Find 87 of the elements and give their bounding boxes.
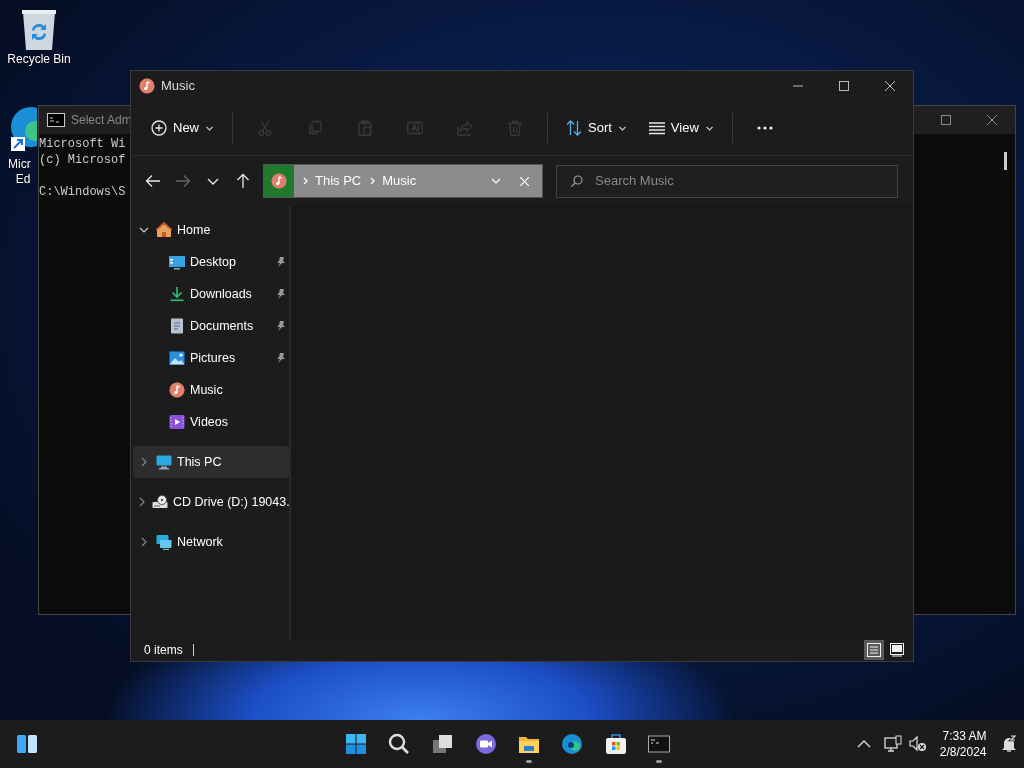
console-text: (c) Microsof	[39, 152, 127, 168]
arrow-icon	[175, 173, 191, 189]
list-view-icon	[866, 643, 881, 657]
document-icon	[169, 318, 185, 334]
clipboard-icon	[357, 120, 373, 136]
video-chat-icon	[474, 733, 497, 755]
dropdown-icon[interactable]	[490, 177, 501, 185]
copy-icon	[307, 120, 323, 136]
shopping-bag-icon	[604, 733, 627, 755]
disc-drive-icon	[152, 494, 168, 510]
nav-item-label: Downloads	[190, 285, 252, 303]
desktop-icon-label[interactable]: Recycle Bin	[7, 52, 71, 67]
arrow-icon	[235, 173, 251, 189]
console-text: C:\Windows\S	[39, 184, 127, 200]
close-icon	[885, 81, 895, 91]
arrow-icon	[145, 173, 161, 189]
nav-item-label: Desktop	[190, 253, 236, 271]
nav-item[interactable]: Music	[133, 374, 289, 406]
browser-icon	[561, 733, 584, 755]
video-icon	[169, 414, 185, 430]
trash-icon	[507, 120, 523, 136]
monitor-icon	[156, 454, 172, 470]
nav-item-label: Music	[190, 381, 223, 399]
nav-item-label: This PC	[177, 453, 222, 471]
nav-item-label: CD Drive (D:) 19043.	[173, 493, 290, 511]
nav-item[interactable]: Documents	[133, 310, 289, 342]
details-view-button[interactable]	[863, 640, 884, 660]
console-icon	[47, 113, 65, 127]
sort-icon	[566, 120, 582, 136]
nav-item[interactable]: Desktop	[133, 246, 289, 278]
item-count: 0 items	[144, 642, 183, 659]
console-text: Microsoft Wi	[39, 136, 127, 152]
nav-item-label: Network	[177, 533, 223, 551]
scrollbar-thumb[interactable]	[1004, 152, 1007, 170]
network-icon	[156, 534, 172, 550]
search-field[interactable]: Search Music	[556, 164, 898, 198]
chevron-icon	[369, 177, 377, 185]
monitor-icon	[169, 254, 185, 270]
nav-item[interactable]: Pictures	[133, 342, 289, 374]
download-icon	[169, 286, 185, 302]
recycle-bin-icon[interactable]	[19, 8, 59, 52]
share-icon	[457, 120, 473, 136]
nav-item-label: Documents	[190, 317, 254, 335]
new-button[interactable]: New	[141, 110, 224, 146]
nav-item[interactable]: Network	[133, 526, 289, 558]
chevron-icon	[302, 177, 309, 185]
picture-icon	[169, 350, 185, 366]
nav-item-label: Videos	[190, 413, 228, 431]
view-button[interactable]: View	[638, 110, 724, 146]
nav-item[interactable]: CD Drive (D:) 19043.	[133, 486, 289, 518]
maximize-icon	[839, 81, 849, 91]
rename-icon	[407, 120, 423, 136]
network-icon[interactable]	[884, 735, 903, 753]
nav-item[interactable]: Home	[133, 214, 289, 246]
list-icon	[648, 120, 665, 136]
window-title: Music	[161, 77, 195, 96]
tiles-view-icon	[890, 643, 904, 657]
chevron-icon[interactable]	[857, 739, 872, 749]
nav-item[interactable]: Videos	[133, 406, 289, 438]
search-icon	[571, 175, 583, 187]
nav-item-label: Home	[177, 221, 211, 239]
scissors-icon	[257, 120, 273, 136]
add-icon	[151, 120, 167, 136]
tiles-view-button[interactable]	[887, 640, 907, 660]
desktop-icon-label[interactable]: Ed	[15, 172, 31, 187]
music-icon	[169, 382, 185, 398]
nav-item[interactable]: Downloads	[133, 278, 289, 310]
music-icon	[139, 78, 155, 94]
clock-time[interactable]: 7:33 AM	[939, 728, 987, 744]
terminal-icon	[647, 733, 670, 755]
nav-item[interactable]: This PC	[133, 446, 289, 478]
sort-button[interactable]: Sort	[556, 110, 637, 146]
close-icon[interactable]	[520, 176, 529, 186]
clock-date[interactable]: 2/8/2024	[939, 744, 987, 760]
start-icon	[345, 733, 367, 755]
widgets-icon	[15, 733, 38, 755]
muted-speaker-icon[interactable]	[908, 735, 927, 753]
nav-item-label: Pictures	[190, 349, 236, 367]
close-icon	[987, 115, 997, 125]
overlapping-squares-icon	[431, 733, 454, 755]
desktop-icon-label[interactable]: Micr	[8, 157, 31, 172]
home-icon	[156, 222, 172, 238]
maximize-icon	[941, 115, 951, 125]
search-input[interactable]: Search Music	[593, 170, 873, 192]
chevron-icon[interactable]	[139, 225, 149, 235]
search-icon	[388, 733, 411, 755]
music-icon	[271, 173, 287, 189]
